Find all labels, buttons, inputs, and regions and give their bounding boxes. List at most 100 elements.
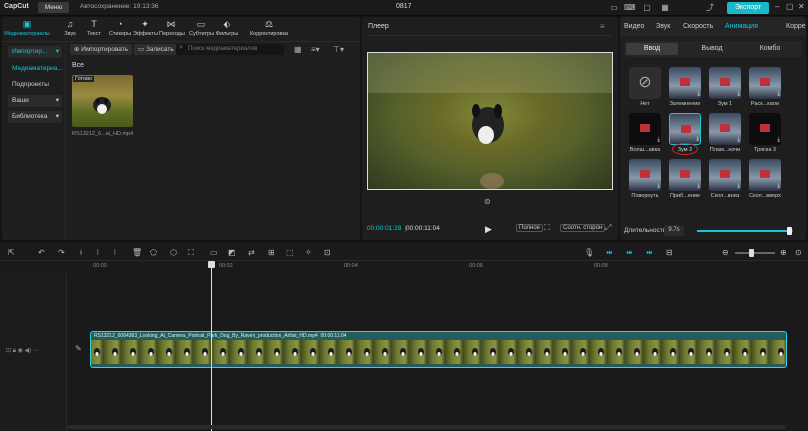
import-button[interactable]: ⊕ Импортировать	[70, 44, 133, 55]
transform-icon[interactable]: ⬚	[286, 248, 294, 257]
crop-icon[interactable]: ⛶	[544, 223, 550, 233]
redo-icon[interactable]: ↷	[58, 248, 65, 257]
export-button[interactable]: Экспорт	[727, 2, 769, 14]
menu-button[interactable]: Меню	[38, 2, 69, 13]
anim-fade[interactable]: ⤓	[669, 67, 701, 99]
anim-slide-down[interactable]: ⤓	[709, 159, 741, 191]
close-button[interactable]: ✕	[798, 2, 805, 11]
anim-magic[interactable]: ⤓	[629, 113, 661, 145]
sidebar-item-library[interactable]: Библиотека ▾	[8, 111, 62, 123]
sidebar-item-subprojects[interactable]: Подпроекты	[8, 79, 62, 91]
subtab-combo[interactable]: Комбо	[744, 43, 796, 55]
tool-filters[interactable]: ⬖ Фильтры	[215, 19, 239, 41]
monitor-icon[interactable]: ▢	[642, 3, 652, 13]
split-right-icon[interactable]: ⦚	[114, 248, 116, 258]
sidebar-item-yours[interactable]: Ваши ▾	[8, 95, 62, 107]
tool-transitions[interactable]: ⋈ Переходы	[159, 19, 185, 41]
subtab-out[interactable]: Вывод	[686, 43, 738, 55]
sort-icon[interactable]: ≡▾	[311, 45, 320, 54]
tab-animation[interactable]: Анимация	[725, 23, 758, 30]
tab-adjust[interactable]: Корре	[786, 23, 806, 30]
search-input[interactable]: Поиск медиаматериалов	[176, 44, 284, 55]
fullscreen-icon[interactable]: ⤢	[605, 223, 611, 233]
mic-icon[interactable]: 🎙︎	[584, 248, 594, 257]
mask-icon[interactable]: ⬡	[170, 248, 177, 257]
zoom-in-icon[interactable]: ⊕	[780, 248, 787, 257]
app-logo: CapCut	[4, 3, 29, 10]
tool-stickers[interactable]: ◔ Стикеры	[108, 19, 132, 41]
minimize-button[interactable]: –	[775, 2, 779, 11]
anim-shake3[interactable]: ⤓	[749, 113, 781, 145]
anim-none[interactable]: ⊘	[629, 67, 661, 99]
sidebar-item-import[interactable]: Импортир... ▾	[8, 46, 62, 58]
tool-effects[interactable]: ✦ Эффекты	[133, 19, 158, 41]
frame-icon[interactable]: ⊡	[324, 248, 331, 257]
zoom-out-icon[interactable]: ⊖	[722, 248, 729, 257]
anim-flame[interactable]: ⤓	[709, 113, 741, 145]
anim-rotate[interactable]: ⤓	[629, 159, 661, 191]
anim-zoom1[interactable]: ⤓	[709, 67, 741, 99]
link-icon[interactable]: ⇹	[626, 248, 633, 257]
aspect-icon[interactable]: ⊞	[268, 248, 275, 257]
snap-icon[interactable]: ⇹	[646, 248, 653, 257]
tool-media[interactable]: ▣ Медиаматериалы	[4, 19, 50, 41]
select-icon[interactable]: ⇱	[8, 248, 15, 257]
sidebar-item-media[interactable]: Медиаматериа...	[8, 63, 63, 75]
share-icon[interactable]: ⤴	[705, 3, 715, 13]
reverse-icon[interactable]: ⇄	[248, 248, 255, 257]
zoom-slider-thumb[interactable]	[749, 249, 754, 257]
aspect-ratio-button[interactable]: Соотн. сторон	[560, 224, 606, 232]
delete-icon[interactable]: 🗑︎	[132, 248, 142, 257]
tool-audio[interactable]: ♫ Звук	[58, 19, 82, 41]
video-preview[interactable]	[367, 52, 613, 190]
anim-approach[interactable]: ⤓	[669, 159, 701, 191]
filter-icon[interactable]: ⊤▾	[333, 45, 344, 54]
playhead[interactable]	[211, 261, 212, 431]
edit-track-icon[interactable]: ✎	[75, 344, 82, 353]
tool-adjust[interactable]: ⚖ Корректировка	[246, 19, 292, 41]
zoom-slider[interactable]	[735, 252, 775, 254]
eye-icon[interactable]: ◉	[18, 348, 23, 354]
link-main-icon[interactable]: ⇹	[606, 248, 613, 257]
maximize-button[interactable]: ▢	[786, 2, 794, 11]
tool-text[interactable]: T Текст	[82, 19, 106, 41]
duration-value[interactable]: 9.7s	[664, 225, 684, 236]
subtab-in[interactable]: Ввод	[626, 43, 678, 55]
split-icon[interactable]: ⟊	[80, 248, 82, 258]
tab-video[interactable]: Видео	[624, 23, 644, 30]
playhead-handle[interactable]	[208, 261, 215, 268]
record-button[interactable]: ▭ Записать	[134, 44, 178, 55]
anim-unfold[interactable]: ⤓	[749, 67, 781, 99]
tool-captions[interactable]: ▭ Субтитры	[189, 19, 214, 41]
split-left-icon[interactable]: ⦚	[97, 248, 99, 258]
fit-icon[interactable]: ⊙	[795, 248, 802, 257]
time-ruler[interactable]	[67, 261, 808, 273]
mirror-icon[interactable]: ▭	[210, 248, 218, 257]
media-thumbnail[interactable]: Готово	[72, 75, 133, 127]
undo-icon[interactable]: ↶	[38, 248, 45, 257]
play-button[interactable]: ▶	[485, 224, 492, 235]
layout-icon[interactable]: ▭	[609, 3, 619, 13]
anim-zoom2[interactable]: ⤓	[669, 113, 701, 145]
freeze-icon[interactable]: ◩	[228, 248, 236, 257]
tab-audio[interactable]: Звук	[656, 23, 670, 30]
player-menu-icon[interactable]: ≡	[600, 22, 605, 31]
anim-slide-up[interactable]: ⤓	[749, 159, 781, 191]
more-icon[interactable]: ⋯	[33, 348, 39, 354]
full-quality-button[interactable]: Полное	[516, 224, 544, 232]
lock-icon[interactable]: 🔒︎	[13, 348, 16, 354]
preview-icon[interactable]: ⊟	[666, 248, 673, 257]
marker-icon[interactable]: ⬠	[150, 248, 157, 257]
crop-tl-icon[interactable]: ⛶	[188, 248, 194, 258]
video-clip[interactable]: RS13212_6064363_Looking_At_Camera_Portra…	[90, 331, 787, 368]
compare-icon[interactable]: ⊜	[484, 197, 491, 206]
layout-icon-2[interactable]: ▦	[660, 3, 670, 13]
duration-slider-thumb[interactable]	[787, 227, 792, 235]
horizontal-scrollbar[interactable]	[67, 425, 786, 429]
keyboard-icon[interactable]: ⌨	[624, 3, 636, 13]
grid-view-icon[interactable]: ▦	[294, 45, 302, 54]
mute-icon[interactable]: ◀)	[25, 348, 32, 354]
tab-speed[interactable]: Скорость	[683, 23, 713, 30]
track-cover-icon[interactable]: ⊡	[6, 348, 11, 354]
auto-icon[interactable]: ✧	[305, 248, 312, 257]
